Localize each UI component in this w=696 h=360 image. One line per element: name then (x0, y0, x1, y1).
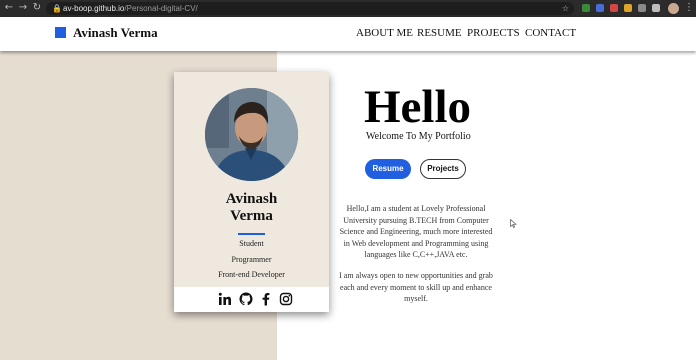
bio-paragraph: I am always open to new opportunities an… (339, 271, 493, 303)
linkedin-icon[interactable] (218, 292, 232, 306)
bookmark-star-icon[interactable]: ☆ (562, 3, 569, 14)
card-divider (238, 233, 265, 235)
nav-contact[interactable]: CONTACT (525, 27, 576, 39)
social-links (174, 287, 329, 312)
profile-card: Avinash Verma Student Programmer Front-e… (174, 72, 329, 312)
url-host: av-boop.github.io (63, 4, 125, 13)
extension-icon[interactable] (624, 4, 632, 12)
hero-title: Hello (364, 81, 472, 133)
extension-icon[interactable] (582, 4, 590, 12)
menu-dots-icon[interactable]: ⋮ (684, 1, 694, 14)
address-url: av-boop.github.io/Personal-digital-CV/ (63, 3, 198, 14)
bio-paragraph: Hello,I am a student at Lovely Professio… (339, 204, 493, 259)
nav-projects[interactable]: PROJECTS (467, 27, 520, 39)
brand-name[interactable]: Avinash Verma (73, 25, 158, 41)
card-name-last: Verma (230, 208, 273, 224)
role-item: Front-end Developer (218, 270, 285, 279)
facebook-icon[interactable] (259, 292, 273, 306)
address-bar[interactable]: 🔒 av-boop.github.io/Personal-digital-CV/… (46, 2, 574, 15)
projects-button[interactable]: Projects (420, 159, 466, 179)
card-name-first: Avinash (225, 191, 278, 207)
nav-resume[interactable]: RESUME (417, 27, 462, 39)
extension-icon[interactable] (638, 4, 646, 12)
forward-icon[interactable]: → (17, 2, 29, 14)
reload-icon[interactable]: ↻ (31, 2, 43, 14)
profile-photo (205, 88, 298, 181)
mouse-cursor-icon (510, 219, 517, 228)
url-path: /Personal-digital-CV/ (124, 4, 198, 13)
hero-subtitle: Welcome To My Portfolio (366, 131, 471, 142)
nav-about-me[interactable]: ABOUT ME (356, 27, 413, 39)
puzzle-icon[interactable] (652, 4, 660, 12)
role-item: Programmer (231, 255, 272, 264)
site-navbar: Avinash Verma ABOUT ME RESUME PROJECTS C… (0, 17, 696, 51)
lock-icon: 🔒 (52, 4, 62, 13)
card-name: Avinash Verma (174, 191, 329, 225)
extension-icon[interactable] (596, 4, 604, 12)
role-item: Student (239, 239, 264, 248)
back-icon[interactable]: ← (3, 2, 15, 14)
brand-logo-icon (55, 27, 66, 38)
resume-button[interactable]: Resume (365, 159, 411, 179)
github-icon[interactable] (239, 292, 253, 306)
profile-photo-illustration (205, 88, 298, 181)
browser-toolbar: ← → ↻ 🔒 av-boop.github.io/Personal-digit… (0, 0, 696, 17)
instagram-icon[interactable] (279, 292, 293, 306)
extension-icon[interactable] (610, 4, 618, 12)
profile-avatar[interactable] (668, 3, 679, 14)
